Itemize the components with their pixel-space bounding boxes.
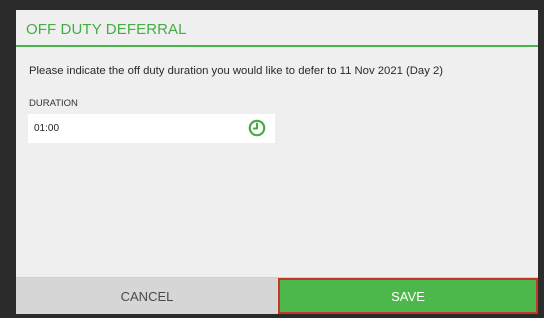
duration-field[interactable]: 01:00	[28, 114, 275, 143]
clock-icon[interactable]	[248, 119, 266, 137]
dialog-title: OFF DUTY DEFERRAL	[26, 21, 187, 38]
duration-value: 01:00	[34, 123, 60, 134]
off-duty-deferral-dialog: OFF DUTY DEFERRAL Please indicate the of…	[16, 10, 538, 314]
cancel-button[interactable]: CANCEL	[16, 278, 278, 314]
dialog-header: OFF DUTY DEFERRAL	[16, 10, 538, 47]
duration-label: DURATION	[29, 98, 78, 109]
dialog-message: Please indicate the off duty duration yo…	[29, 65, 444, 77]
save-button[interactable]: SAVE	[278, 278, 538, 314]
